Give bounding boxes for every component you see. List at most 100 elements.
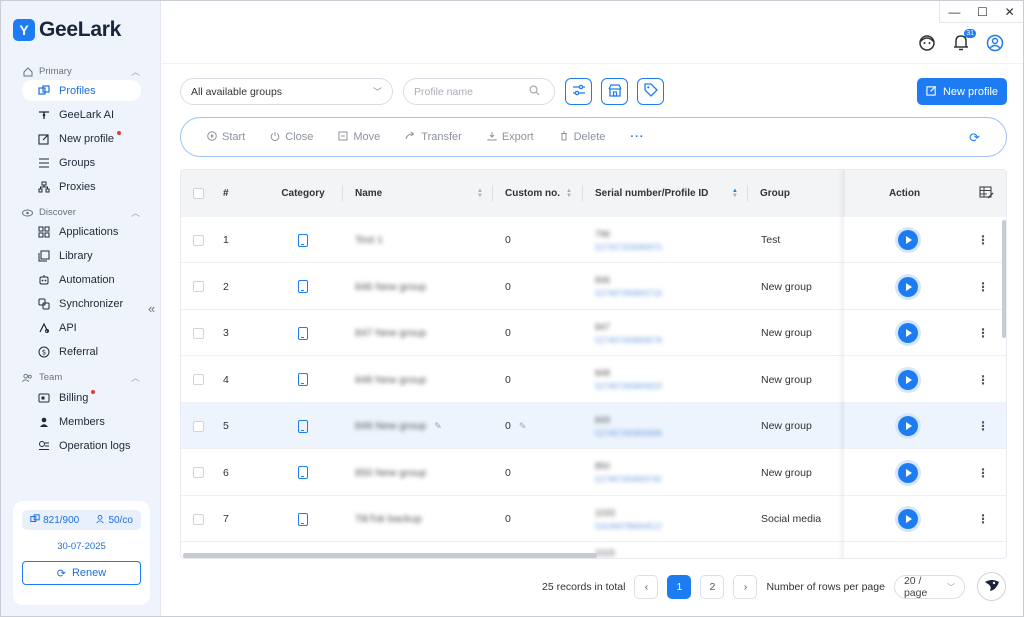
category-cell	[298, 264, 308, 310]
table-settings-icon[interactable]	[978, 185, 994, 202]
edit-name-icon[interactable]: ✎	[434, 421, 442, 432]
more-options-icon[interactable]: ⋮	[977, 233, 989, 247]
transfer-label: Transfer	[421, 131, 462, 143]
table-row[interactable]: 7 TikTok backup 0 1033 531069798064512 Social…	[181, 496, 1006, 542]
section-primary[interactable]: Primary ︿	[22, 65, 140, 78]
maximize-button[interactable]: ☐	[977, 5, 988, 19]
edit-custom-no-icon[interactable]: ✎	[519, 421, 527, 432]
sidebar-item-automation[interactable]: Automation	[22, 269, 141, 290]
section-discover[interactable]: Discover ︿	[22, 206, 140, 219]
section-team[interactable]: Team ︿	[22, 371, 140, 384]
column-custom-no[interactable]: Custom no. ▲ ▼	[493, 170, 583, 217]
page-size-select[interactable]: 20 / page ﹀	[893, 575, 965, 599]
row-checkbox[interactable]	[193, 327, 204, 339]
sidebar-item-geelark-ai[interactable]: GeeLark AI	[22, 104, 141, 125]
sort-icon[interactable]: ▲ ▼	[732, 188, 738, 199]
page-2-button[interactable]: 2	[700, 575, 725, 599]
group-select[interactable]: All available groups ﹀	[180, 78, 393, 105]
delete-button[interactable]: Delete	[559, 131, 606, 144]
sidebar-item-operation-logs[interactable]: Operation logs	[22, 435, 141, 456]
more-actions-button[interactable]: ···	[630, 131, 644, 143]
close-button[interactable]: Close	[270, 131, 313, 144]
row-checkbox[interactable]	[193, 467, 204, 478]
export-button[interactable]: Export	[487, 131, 534, 144]
more-options-icon[interactable]: ⋮	[977, 373, 989, 387]
sidebar-item-api[interactable]: API	[22, 317, 141, 338]
filter-settings-button[interactable]	[565, 78, 592, 105]
collapse-sidebar-icon[interactable]: «	[148, 301, 155, 316]
renew-button[interactable]: ⟳ Renew	[22, 561, 141, 585]
sidebar-item-applications[interactable]: Applications	[22, 221, 141, 242]
sort-icon[interactable]: ▲ ▼	[566, 188, 572, 199]
launch-profile-button[interactable]	[898, 462, 918, 483]
launch-profile-button[interactable]	[898, 323, 918, 343]
custom-no: 0	[505, 327, 511, 339]
row-checkbox[interactable]	[193, 513, 204, 525]
refresh-icon[interactable]: ⟳	[969, 130, 980, 146]
user-account-icon[interactable]	[985, 33, 1005, 53]
minimize-button[interactable]: —	[948, 5, 960, 19]
move-button[interactable]: Move	[338, 131, 380, 144]
column-serial[interactable]: Serial number/Profile ID ▲ ▼	[583, 170, 748, 217]
row-checkbox[interactable]	[193, 420, 204, 432]
table-row[interactable]: 3 847 New group 0 847 527497260893579 New gro…	[181, 310, 1006, 356]
sidebar-item-referral[interactable]: $ Referral	[22, 341, 141, 362]
chevron-down-icon: ﹀	[946, 582, 955, 592]
notification-bell-icon[interactable]: 31	[951, 29, 976, 53]
select-all-checkbox[interactable]	[193, 188, 204, 199]
sidebar-item-synchronizer[interactable]: Synchronizer	[22, 293, 141, 314]
launch-profile-button[interactable]	[898, 416, 918, 436]
tag-button[interactable]	[637, 78, 664, 105]
start-button[interactable]: Start	[207, 130, 245, 144]
row-index: 1	[223, 234, 229, 246]
assistant-float-button[interactable]	[977, 572, 1006, 601]
download-icon	[487, 131, 497, 144]
row-checkbox[interactable]	[193, 374, 204, 385]
next-page-button[interactable]: ›	[733, 575, 758, 599]
more-options-icon[interactable]: ⋮	[977, 326, 989, 340]
app-logo[interactable]: Y GeeLark	[13, 18, 121, 42]
table-row[interactable]: 1 Test 1 0 796 527207323080970 Test ⋮	[181, 217, 1006, 263]
table-row[interactable]: 2 846 New group 0 846 527497260893716 New gro…	[181, 264, 1006, 310]
sort-icon[interactable]: ▲ ▼	[477, 188, 483, 199]
launch-profile-button[interactable]	[898, 369, 918, 390]
table-row[interactable]: 5 849 New group ✎ 0 ✎ 849 527497260893689 New g…	[181, 403, 1006, 449]
page-1-button[interactable]: 1	[667, 575, 692, 599]
delete-label: Delete	[573, 131, 606, 143]
sidebar-item-new-profile[interactable]: New profile	[22, 128, 141, 149]
column-name[interactable]: Name ▲ ▼	[343, 170, 493, 217]
sidebar-item-groups[interactable]: Groups	[22, 152, 141, 173]
launch-profile-button[interactable]	[898, 276, 918, 297]
column-settings[interactable]	[964, 170, 1006, 217]
more-options-icon[interactable]: ⋮	[977, 280, 989, 294]
sidebar-item-billing[interactable]: Billing	[22, 387, 141, 408]
more-options-icon[interactable]: ⋮	[977, 419, 989, 433]
table-row[interactable]: 4 848 New group 0 848 527497260893633 New gro…	[181, 357, 1006, 403]
row-checkbox[interactable]	[193, 281, 204, 292]
sidebar-item-proxies[interactable]: Proxies	[22, 176, 141, 197]
profile-name-input[interactable]	[414, 85, 529, 98]
more-options-icon[interactable]: ⋮	[977, 466, 989, 480]
support-agent-icon[interactable]	[917, 33, 937, 53]
profile-search[interactable]	[403, 78, 555, 105]
new-profile-button[interactable]: New profile	[917, 78, 1007, 105]
row-checkbox-cell	[193, 450, 204, 496]
serial-cell: 849 527497260893689	[595, 403, 662, 449]
sidebar-item-members[interactable]: Members	[22, 411, 141, 432]
row-checkbox[interactable]	[193, 234, 204, 246]
group-cell: New group	[761, 466, 812, 479]
launch-profile-button[interactable]	[898, 509, 918, 529]
profile-name: 847 New group	[355, 327, 427, 339]
close-window-button[interactable]: ✕	[1005, 5, 1015, 19]
horizontal-scrollbar[interactable]	[183, 553, 597, 558]
table-row[interactable]: 6 850 New group 0 850 527497260893745 New gro…	[181, 450, 1006, 496]
sidebar-item-library[interactable]: Library	[22, 245, 141, 266]
vertical-scrollbar[interactable]	[1002, 220, 1006, 338]
store-button[interactable]	[601, 78, 628, 105]
more-options-icon[interactable]: ⋮	[977, 512, 989, 526]
launch-profile-button[interactable]	[898, 230, 918, 250]
column-header-label: Action	[888, 188, 921, 199]
sidebar-item-profiles[interactable]: Profiles	[22, 80, 141, 101]
prev-page-button[interactable]: ‹	[634, 575, 659, 599]
transfer-button[interactable]: Transfer	[405, 131, 462, 144]
